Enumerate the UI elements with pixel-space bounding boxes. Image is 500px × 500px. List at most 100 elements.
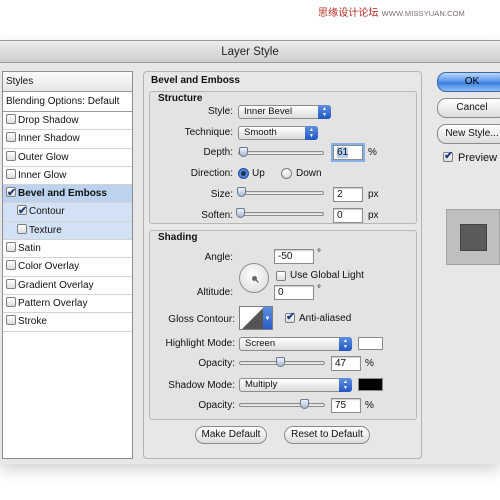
updown-arrows-icon: ▲ ▼	[318, 105, 331, 119]
new-style-button[interactable]: New Style...	[437, 124, 500, 144]
size-slider[interactable]	[237, 187, 324, 197]
sidebar-item-satin[interactable]: Satin	[3, 240, 132, 259]
highlight-opacity-unit: %	[365, 358, 374, 369]
shadow-color-swatch[interactable]	[358, 378, 383, 391]
window-title: Layer Style	[0, 41, 500, 63]
shading-group: Shading Angle: -50 ° Use Global Light Al…	[149, 230, 417, 420]
bevel-and-emboss-checkbox[interactable]	[6, 184, 16, 202]
make-default-button[interactable]: Make Default	[195, 426, 267, 444]
bevel-emboss-title: Bevel and Emboss	[151, 75, 240, 86]
ok-button[interactable]: OK	[437, 72, 500, 92]
gradient-overlay-checkbox[interactable]	[6, 278, 16, 289]
dropdown-arrow-icon: ▼	[263, 307, 272, 329]
size-slider-knob[interactable]	[237, 187, 246, 197]
preview-checkbox[interactable]	[443, 149, 453, 162]
anti-aliased-checkbox[interactable]	[285, 310, 295, 323]
updown-arrows-icon: ▲ ▼	[305, 126, 318, 140]
style-label: Style:	[207, 106, 233, 117]
depth-slider[interactable]	[238, 147, 324, 157]
sidebar-item-color-overlay[interactable]: Color Overlay	[3, 258, 132, 277]
soften-slider[interactable]	[236, 208, 324, 218]
size-label: Size:	[210, 189, 233, 200]
stroke-checkbox[interactable]	[6, 315, 16, 326]
styles-list: Styles Blending Options: Default Drop Sh…	[2, 71, 133, 459]
direction-up-label: Up	[252, 168, 265, 179]
direction-up-radio[interactable]	[238, 168, 249, 179]
satin-checkbox[interactable]	[6, 242, 16, 253]
sidebar-item-contour[interactable]: Contour	[3, 202, 132, 222]
layer-style-window: Layer Style Styles Blending Options: Def…	[0, 40, 500, 464]
depth-slider-knob[interactable]	[239, 147, 248, 157]
shadow-opacity-input[interactable]: 75	[331, 398, 361, 413]
texture-checkbox[interactable]	[17, 223, 27, 234]
global-light-checkbox[interactable]	[276, 271, 286, 281]
anti-aliased-label: Anti-aliased	[299, 313, 352, 324]
structure-title: Structure	[158, 93, 203, 104]
blending-options-item[interactable]: Blending Options: Default	[3, 92, 132, 112]
preview-label: Preview	[458, 152, 498, 164]
gloss-contour-picker[interactable]: ▼	[239, 306, 273, 330]
sidebar-item-pattern-overlay[interactable]: Pattern Overlay	[3, 295, 132, 314]
soften-slider-knob[interactable]	[236, 208, 245, 218]
depth-input[interactable]: 61	[333, 145, 363, 160]
technique-label: Technique:	[184, 127, 233, 138]
pattern-overlay-checkbox[interactable]	[6, 296, 16, 307]
shadow-mode-label: Shadow Mode:	[168, 380, 235, 391]
contour-checkbox[interactable]	[17, 202, 27, 220]
structure-group: Structure Style: Inner Bevel ▲ ▼ Technique…	[149, 91, 417, 224]
sidebar-item-stroke[interactable]: Stroke	[3, 313, 132, 332]
direction-down-radio[interactable]	[281, 168, 292, 179]
cancel-button[interactable]: Cancel	[437, 98, 500, 118]
shadow-mode-select[interactable]: Multiply ▲ ▼	[239, 378, 352, 392]
highlight-opacity-knob[interactable]	[276, 357, 285, 367]
shadow-opacity-unit: %	[365, 400, 374, 411]
gloss-contour-label: Gloss Contour:	[168, 314, 235, 325]
highlight-opacity-label: Opacity:	[198, 358, 235, 369]
technique-select[interactable]: Smooth ▲ ▼	[238, 126, 318, 140]
angle-unit: °	[317, 248, 321, 259]
updown-arrows-icon: ▲ ▼	[339, 337, 352, 351]
global-light-label: Use Global Light	[290, 270, 364, 281]
drop-shadow-checkbox[interactable]	[6, 114, 16, 124]
soften-unit: px	[368, 210, 379, 221]
shadow-opacity-knob[interactable]	[300, 399, 309, 409]
outer-glow-checkbox[interactable]	[6, 150, 16, 161]
highlight-opacity-slider[interactable]	[239, 357, 325, 367]
sidebar-item-texture[interactable]: Texture	[3, 221, 132, 241]
direction-down-label: Down	[296, 168, 322, 179]
soften-input[interactable]: 0	[333, 208, 363, 223]
angle-label: Angle:	[204, 252, 233, 263]
angle-input[interactable]: -50	[274, 249, 314, 264]
watermark-url: WWW.MISSYUAN.COM	[381, 9, 465, 18]
highlight-color-swatch[interactable]	[358, 337, 383, 350]
size-input[interactable]: 2	[333, 187, 363, 202]
sidebar-item-gradient-overlay[interactable]: Gradient Overlay	[3, 277, 132, 295]
altitude-unit: °	[317, 284, 321, 295]
sidebar-item-inner-shadow[interactable]: Inner Shadow	[3, 130, 132, 149]
shading-title: Shading	[158, 232, 198, 243]
bevel-emboss-panel: Bevel and Emboss Structure Style: Inner …	[143, 71, 422, 459]
highlight-mode-label: Highlight Mode:	[165, 338, 235, 349]
sidebar-item-inner-glow[interactable]: Inner Glow	[3, 167, 132, 186]
angle-dial[interactable]	[239, 263, 269, 293]
reset-to-default-button[interactable]: Reset to Default	[284, 426, 370, 444]
sidebar-item-bevel-and-emboss[interactable]: Bevel and Emboss	[3, 184, 132, 204]
inner-shadow-checkbox[interactable]	[6, 132, 16, 143]
updown-arrows-icon: ▲ ▼	[339, 378, 352, 392]
size-unit: px	[368, 189, 379, 200]
highlight-opacity-input[interactable]: 47	[331, 356, 361, 371]
color-overlay-checkbox[interactable]	[6, 260, 16, 271]
style-select[interactable]: Inner Bevel ▲ ▼	[238, 105, 331, 119]
inner-glow-checkbox[interactable]	[6, 168, 16, 179]
altitude-input[interactable]: 0	[274, 285, 314, 300]
altitude-label: Altitude:	[196, 287, 233, 298]
soften-label: Soften:	[201, 210, 233, 221]
shadow-opacity-slider[interactable]	[239, 399, 325, 409]
preview-square	[460, 224, 487, 251]
styles-header[interactable]: Styles	[3, 72, 132, 92]
highlight-mode-select[interactable]: Screen ▲ ▼	[239, 337, 352, 351]
sidebar-item-drop-shadow[interactable]: Drop Shadow	[3, 112, 132, 131]
shadow-opacity-label: Opacity:	[198, 400, 235, 411]
style-preview	[446, 209, 500, 265]
sidebar-item-outer-glow[interactable]: Outer Glow	[3, 149, 132, 167]
